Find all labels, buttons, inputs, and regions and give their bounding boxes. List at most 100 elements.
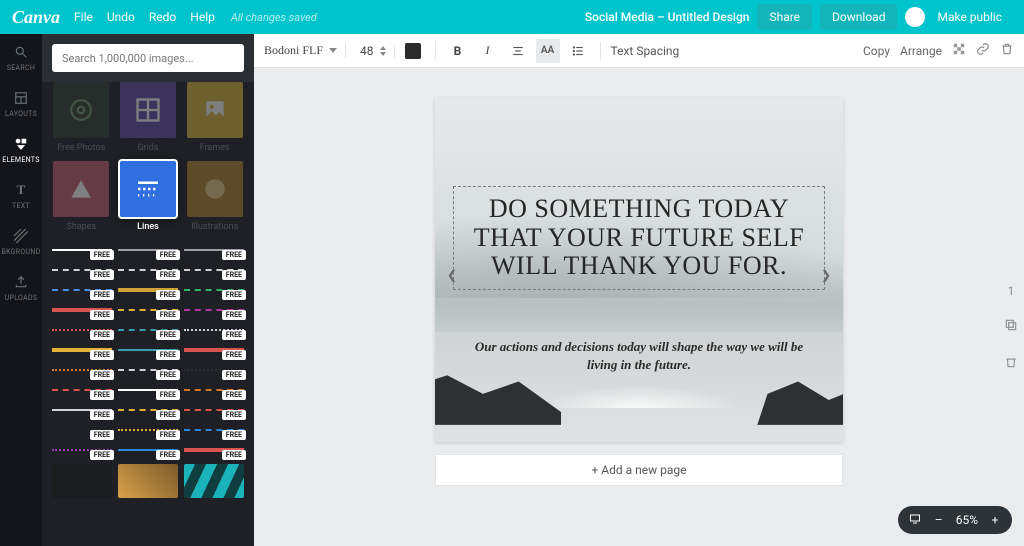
line-element[interactable]: FREE — [118, 402, 178, 418]
list-button[interactable] — [566, 39, 590, 63]
rail-uploads[interactable]: UPLOADS — [0, 274, 42, 302]
text-spacing-button[interactable]: Text Spacing — [611, 44, 680, 58]
align-button[interactable] — [506, 39, 530, 63]
line-element[interactable]: FREE — [184, 402, 244, 418]
line-element[interactable]: FREE — [52, 402, 112, 418]
line-element[interactable]: FREE — [52, 442, 112, 458]
delete-page-icon[interactable] — [1004, 355, 1018, 372]
category-label: Grids — [137, 143, 158, 153]
subheadline-text[interactable]: Our actions and decisions today will sha… — [465, 338, 813, 373]
line-element[interactable]: FREE — [52, 242, 112, 258]
bold-button[interactable]: B — [446, 39, 470, 63]
category-thumb — [120, 161, 176, 217]
pattern-row — [52, 464, 244, 498]
avatar[interactable] — [905, 7, 925, 27]
rail-text[interactable]: T TEXT — [0, 182, 42, 210]
line-element[interactable]: FREE — [118, 442, 178, 458]
line-element[interactable]: FREE — [184, 342, 244, 358]
make-public-button[interactable]: Make public — [933, 4, 1014, 30]
menu-undo[interactable]: Undo — [107, 10, 135, 24]
line-element[interactable]: FREE — [184, 262, 244, 278]
line-element[interactable]: FREE — [118, 282, 178, 298]
font-family-select[interactable]: Bodoni FLF — [264, 43, 346, 58]
rail-background[interactable]: BKGROUND — [0, 228, 42, 256]
line-element[interactable]: FREE — [52, 322, 112, 338]
line-element[interactable]: FREE — [184, 362, 244, 378]
elements-icon — [13, 136, 29, 152]
editor-stage: Bodoni FLF 48 B I AA Text Spacing Copy A… — [254, 34, 1024, 546]
line-element[interactable]: FREE — [118, 322, 178, 338]
line-element[interactable]: FREE — [184, 322, 244, 338]
category-thumb — [120, 82, 176, 138]
line-element[interactable]: FREE — [118, 362, 178, 378]
line-element[interactable]: FREE — [118, 242, 178, 258]
line-element[interactable]: FREE — [52, 262, 112, 278]
line-element[interactable]: FREE — [52, 282, 112, 298]
category-shapes[interactable]: Shapes — [52, 161, 111, 232]
uppercase-button[interactable]: AA — [536, 39, 560, 63]
zoom-value[interactable]: 65% — [956, 513, 978, 527]
rail-label: SEARCH — [7, 64, 35, 72]
line-element[interactable]: FREE — [52, 362, 112, 378]
line-element[interactable]: FREE — [52, 302, 112, 318]
line-element[interactable]: FREE — [184, 282, 244, 298]
rail-elements[interactable]: ELEMENTS — [0, 136, 42, 164]
menu-redo[interactable]: Redo — [149, 10, 176, 24]
zoom-in-button[interactable]: + — [988, 513, 1002, 527]
present-icon[interactable] — [908, 513, 922, 528]
zoom-out-button[interactable]: – — [932, 513, 946, 527]
headline-text[interactable]: DO SOMETHING TODAY THAT YOUR FUTURE SELF… — [453, 186, 825, 290]
menu-file[interactable]: File — [74, 10, 93, 24]
rail-layouts[interactable]: LAYOUTS — [0, 90, 42, 118]
add-page-button[interactable]: + Add a new page — [435, 454, 843, 486]
line-element[interactable]: FREE — [118, 422, 178, 438]
line-element[interactable]: FREE — [118, 302, 178, 318]
transparency-button[interactable] — [952, 42, 966, 59]
search-input[interactable] — [52, 44, 244, 72]
category-frames[interactable]: Frames — [185, 82, 244, 153]
line-element[interactable]: FREE — [52, 342, 112, 358]
link-button[interactable] — [976, 42, 990, 59]
free-badge: FREE — [222, 370, 246, 380]
line-element[interactable]: FREE — [118, 262, 178, 278]
line-element[interactable]: FREE — [184, 422, 244, 438]
arrange-button[interactable]: Arrange — [900, 44, 942, 58]
line-element[interactable]: FREE — [184, 302, 244, 318]
pattern-thumb[interactable] — [184, 464, 244, 498]
category-illustrations[interactable]: Illustrations — [185, 161, 244, 232]
line-element[interactable]: FREE — [118, 382, 178, 398]
design-canvas[interactable]: ❮ ❯ DO SOMETHING TODAY THAT YOUR FUTURE … — [435, 98, 843, 442]
font-size-value: 48 — [360, 44, 374, 58]
line-element[interactable]: FREE — [52, 382, 112, 398]
line-element[interactable]: FREE — [118, 342, 178, 358]
share-button[interactable]: Share — [757, 4, 812, 30]
line-element[interactable]: FREE — [52, 422, 112, 438]
text-color-button[interactable] — [401, 39, 425, 63]
category-free-photos[interactable]: Free Photos — [52, 82, 111, 153]
font-size-select[interactable]: 48 — [352, 44, 395, 58]
brand-logo[interactable]: Canva — [12, 7, 60, 28]
page-number[interactable]: 1 — [1008, 284, 1015, 298]
app-header: Canva File Undo Redo Help All changes sa… — [0, 0, 1024, 34]
pattern-thumb[interactable] — [118, 464, 178, 498]
line-element[interactable]: FREE — [184, 382, 244, 398]
category-grids[interactable]: Grids — [119, 82, 178, 153]
line-element[interactable]: FREE — [184, 242, 244, 258]
italic-button[interactable]: I — [476, 39, 500, 63]
free-badge: FREE — [90, 430, 114, 440]
category-lines[interactable]: Lines — [119, 161, 178, 232]
category-thumb — [53, 82, 109, 138]
free-badge: FREE — [156, 310, 180, 320]
copy-button[interactable]: Copy — [863, 44, 890, 58]
document-title[interactable]: Social Media – Untitled Design — [585, 10, 750, 24]
download-button[interactable]: Download — [820, 4, 897, 30]
pattern-thumb[interactable] — [52, 464, 112, 498]
color-swatch-icon — [405, 43, 421, 59]
rail-search[interactable]: SEARCH — [0, 44, 42, 72]
canvas-scroll[interactable]: ❮ ❯ DO SOMETHING TODAY THAT YOUR FUTURE … — [254, 68, 1024, 546]
duplicate-page-icon[interactable] — [1004, 318, 1018, 335]
category-label: Illustrations — [191, 222, 238, 232]
menu-help[interactable]: Help — [190, 10, 215, 24]
line-element[interactable]: FREE — [184, 442, 244, 458]
delete-button[interactable] — [1000, 42, 1014, 59]
